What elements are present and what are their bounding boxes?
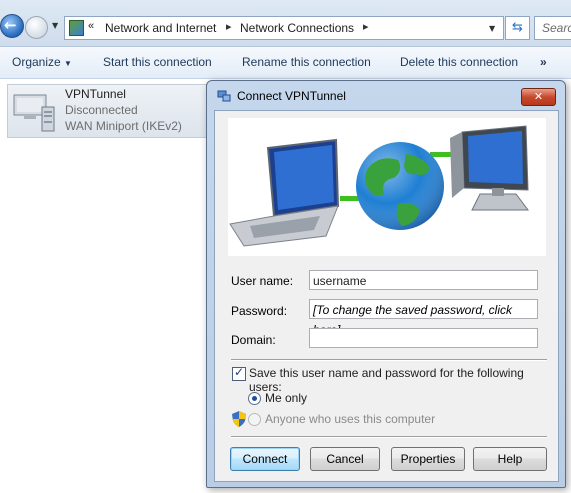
- close-button[interactable]: ✕: [521, 88, 556, 106]
- connection-device: WAN Miniport (IKEv2): [65, 119, 182, 133]
- help-button[interactable]: Help: [473, 447, 547, 471]
- laptop-icon: [229, 138, 340, 247]
- domain-field[interactable]: [309, 328, 538, 348]
- forward-button[interactable]: [25, 16, 48, 39]
- me-only-label: Me only: [265, 391, 308, 405]
- control-panel-icon: [69, 20, 84, 36]
- me-only-radio[interactable]: [248, 392, 261, 405]
- breadcrumb-item-network-and-internet[interactable]: Network and Internet: [105, 21, 216, 35]
- address-bar: ← ▼ « Network and Internet ▸ Network Con…: [0, 0, 571, 47]
- connection-item-vpntunnel[interactable]: VPNTunnel Disconnected WAN Miniport (IKE…: [7, 84, 208, 138]
- back-arrow-icon: ←: [4, 16, 17, 34]
- checkmark-icon: ✓: [234, 365, 245, 379]
- address-dropdown-icon[interactable]: ▼: [489, 24, 495, 33]
- desktop-computer-icon: [450, 125, 529, 211]
- save-credentials-label: Save this user name and password for the…: [249, 366, 524, 394]
- uac-shield-icon: [232, 411, 246, 427]
- connect-button[interactable]: Connect: [230, 447, 300, 471]
- dialog-title: Connect VPNTunnel: [237, 89, 346, 103]
- vpn-connection-icon: [13, 94, 55, 132]
- close-icon: ✕: [533, 90, 544, 103]
- chevron-right-icon[interactable]: ▸: [226, 20, 232, 33]
- cancel-button[interactable]: Cancel: [310, 447, 380, 471]
- breadcrumb-item-network-connections[interactable]: Network Connections: [240, 21, 354, 35]
- password-label: Password:: [231, 304, 288, 318]
- anyone-label: Anyone who uses this computer: [265, 412, 436, 426]
- back-button[interactable]: ←: [0, 14, 24, 38]
- username-label: User name:: [231, 274, 294, 288]
- organize-menu[interactable]: Organize ▼: [12, 55, 72, 69]
- network-icon: [217, 90, 231, 102]
- divider: [231, 359, 547, 361]
- connection-name: VPNTunnel: [65, 87, 126, 101]
- connection-banner-illustration: [228, 118, 546, 256]
- recent-pages-dropdown-icon[interactable]: ▼: [52, 21, 58, 30]
- search-placeholder: Search: [542, 21, 571, 35]
- chevron-down-icon: ▼: [64, 59, 72, 68]
- refresh-button[interactable]: ⇆: [505, 16, 530, 40]
- chevron-right-icon[interactable]: ▸: [363, 20, 369, 33]
- save-credentials-checkbox[interactable]: ✓: [232, 365, 246, 381]
- organize-label: Organize: [12, 55, 61, 69]
- command-bar: Organize ▼ Start this connection Rename …: [0, 47, 571, 79]
- username-field[interactable]: username: [309, 270, 538, 290]
- refresh-icon: ⇆: [512, 20, 523, 35]
- domain-label: Domain:: [231, 333, 276, 347]
- breadcrumb[interactable]: « Network and Internet ▸ Network Connect…: [64, 16, 504, 40]
- connect-dialog: Connect VPNTunnel ✕ User name: username …: [206, 80, 566, 488]
- more-commands-button[interactable]: »: [540, 55, 547, 69]
- properties-button[interactable]: Properties: [391, 447, 465, 471]
- start-connection-button[interactable]: Start this connection: [103, 55, 212, 69]
- dialog-body: User name: username Password: [To change…: [214, 110, 559, 482]
- rename-connection-button[interactable]: Rename this connection: [242, 55, 371, 69]
- breadcrumb-overflow[interactable]: «: [88, 20, 94, 32]
- divider: [231, 436, 547, 438]
- password-field[interactable]: [To change the saved password, click her…: [309, 299, 538, 337]
- search-input[interactable]: Search: [534, 16, 571, 40]
- delete-connection-button[interactable]: Delete this connection: [400, 55, 518, 69]
- anyone-radio[interactable]: [248, 413, 261, 426]
- connection-status: Disconnected: [65, 103, 138, 117]
- globe-icon: [356, 142, 444, 230]
